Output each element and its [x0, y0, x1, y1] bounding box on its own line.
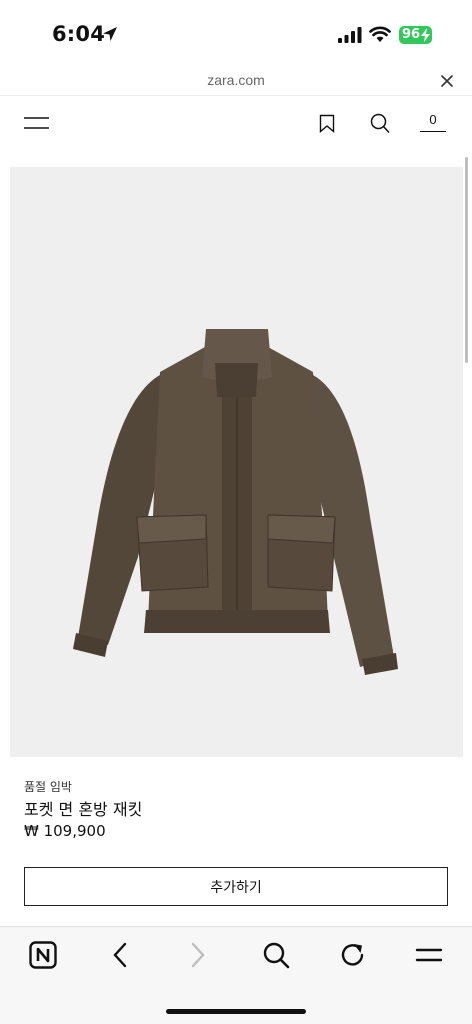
reload-icon[interactable]	[339, 941, 367, 969]
status-time: 6:04	[52, 22, 106, 46]
hamburger-icon[interactable]	[415, 941, 443, 969]
home-indicator[interactable]	[166, 1009, 306, 1014]
cart-count: 0	[429, 112, 437, 127]
product-name[interactable]: 포켓 면 혼방 재킷	[24, 796, 142, 820]
add-to-cart-button[interactable]: 추가하기	[24, 867, 448, 906]
product-price: ₩ 109,900	[24, 822, 106, 840]
cart-icon	[420, 130, 446, 132]
search-icon[interactable]	[370, 113, 390, 134]
naver-n-icon[interactable]	[29, 941, 57, 969]
chevron-right-icon[interactable]	[188, 941, 208, 969]
wifi-icon	[369, 26, 391, 42]
page-scrollbar[interactable]	[465, 157, 468, 363]
battery-indicator: 96	[399, 26, 432, 44]
site-header: 0	[0, 100, 472, 148]
charging-bolt-icon	[421, 28, 430, 42]
cart-button[interactable]: 0	[420, 112, 446, 132]
battery-level: 96	[402, 27, 421, 42]
cellular-signal-icon	[338, 27, 362, 43]
chevron-left-icon[interactable]	[110, 941, 130, 969]
url-text[interactable]: zara.com	[0, 72, 472, 88]
jacket-image	[73, 329, 398, 675]
close-icon[interactable]	[440, 74, 454, 88]
bookmark-icon[interactable]	[319, 114, 335, 133]
search-icon[interactable]	[262, 941, 290, 969]
browser-url-bar[interactable]: zara.com	[0, 64, 472, 96]
location-arrow-icon	[103, 27, 117, 41]
product-stock-tag: 품절 임박	[24, 780, 72, 794]
menu-icon[interactable]	[24, 116, 49, 130]
product-image[interactable]	[10, 167, 463, 757]
status-bar: 6:04 96	[0, 0, 472, 64]
